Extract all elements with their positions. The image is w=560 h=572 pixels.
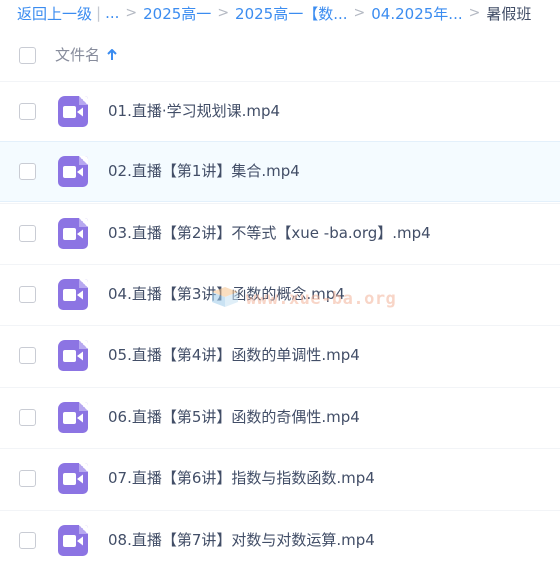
file-row[interactable]: 05.直播【第4讲】函数的单调性.mp4 xyxy=(0,325,560,386)
video-file-icon xyxy=(58,340,88,371)
row-checkbox[interactable] xyxy=(19,347,36,364)
chevron-right-icon: > xyxy=(468,5,481,21)
file-row[interactable]: 07.直播【第6讲】指数与指数函数.mp4 xyxy=(0,448,560,509)
video-file-icon xyxy=(58,218,88,249)
file-name[interactable]: 02.直播【第1讲】集合.mp4 xyxy=(108,160,300,181)
breadcrumb: 返回上一级 | ... > 2025高一 > 2025高一【数... > 04.… xyxy=(17,0,557,26)
row-checkbox[interactable] xyxy=(19,409,36,426)
video-file-icon xyxy=(58,402,88,433)
file-name[interactable]: 07.直播【第6讲】指数与指数函数.mp4 xyxy=(108,467,375,488)
file-name[interactable]: 06.直播【第5讲】函数的奇偶性.mp4 xyxy=(108,406,360,427)
file-row[interactable]: 08.直播【第7讲】对数与对数运算.mp4 xyxy=(0,510,560,571)
file-name[interactable]: 05.直播【第4讲】函数的单调性.mp4 xyxy=(108,344,360,365)
video-file-icon xyxy=(58,279,88,310)
video-file-icon xyxy=(58,463,88,494)
arrow-up-icon xyxy=(107,48,117,61)
sort-by-name[interactable]: 文件名 xyxy=(55,44,117,65)
breadcrumb-divider: | xyxy=(96,4,102,22)
breadcrumb-item-math[interactable]: 2025高一【数... xyxy=(235,3,347,24)
row-checkbox[interactable] xyxy=(19,286,36,303)
file-row[interactable]: 03.直播【第2讲】不等式【xue -ba.org】.mp4 xyxy=(0,203,560,264)
breadcrumb-current: 暑假班 xyxy=(486,4,532,23)
row-checkbox[interactable] xyxy=(19,103,36,120)
column-header-name: 文件名 xyxy=(55,46,101,64)
row-checkbox[interactable] xyxy=(19,225,36,242)
file-row[interactable]: 04.直播【第3讲】函数的概念.mp4 xyxy=(0,264,560,325)
breadcrumb-item-2025-year[interactable]: 04.2025年... xyxy=(371,3,462,24)
select-all-checkbox[interactable] xyxy=(19,47,36,64)
row-checkbox[interactable] xyxy=(19,470,36,487)
row-checkbox[interactable] xyxy=(19,532,36,549)
breadcrumb-ellipsis[interactable]: ... xyxy=(105,4,119,22)
chevron-right-icon: > xyxy=(217,5,230,21)
file-row[interactable]: 06.直播【第5讲】函数的奇偶性.mp4 xyxy=(0,387,560,448)
file-name[interactable]: 03.直播【第2讲】不等式【xue -ba.org】.mp4 xyxy=(108,222,431,243)
row-checkbox[interactable] xyxy=(19,163,36,180)
back-link[interactable]: 返回上一级 xyxy=(17,3,92,24)
file-name[interactable]: 04.直播【第3讲】函数的概念.mp4 xyxy=(108,283,345,304)
file-name[interactable]: 01.直播·学习规划课.mp4 xyxy=(108,100,280,121)
video-file-icon xyxy=(58,156,88,187)
file-name[interactable]: 08.直播【第7讲】对数与对数运算.mp4 xyxy=(108,529,375,550)
chevron-right-icon: > xyxy=(125,5,138,21)
file-row[interactable]: 02.直播【第1讲】集合.mp4 xyxy=(0,141,560,202)
video-file-icon xyxy=(58,525,88,556)
chevron-right-icon: > xyxy=(353,5,366,21)
file-row[interactable]: 01.直播·学习规划课.mp4 xyxy=(0,81,560,142)
video-file-icon xyxy=(58,96,88,127)
file-list-header: 文件名 xyxy=(0,28,560,80)
breadcrumb-item-2025-grade10[interactable]: 2025高一 xyxy=(143,3,211,24)
